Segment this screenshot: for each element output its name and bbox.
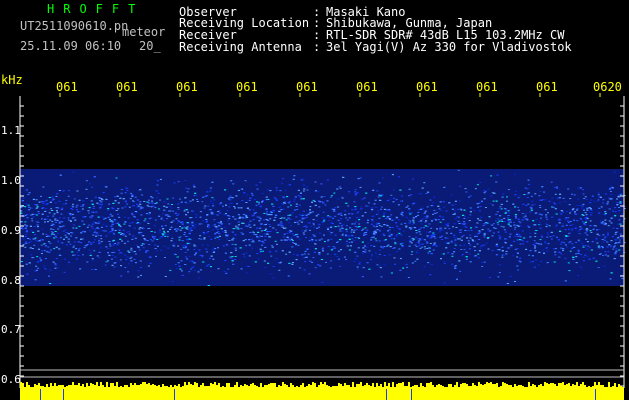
noise-band <box>20 169 626 286</box>
freq-tick: 0.8 <box>1 274 21 287</box>
strip-marker <box>63 389 64 400</box>
khz-unit-label: kHz <box>1 73 23 87</box>
strip-fill <box>20 388 624 400</box>
freq-tick: 0.7 <box>1 323 21 336</box>
strip-marker <box>411 389 412 400</box>
strip-marker <box>174 389 175 400</box>
freq-tick: 0.9 <box>1 224 21 237</box>
time-tick: 061 <box>296 80 318 94</box>
time-tick: 061 <box>176 80 198 94</box>
strip-marker <box>595 389 596 400</box>
activity-strip <box>20 382 624 400</box>
freq-tick: 1.0 <box>1 174 21 187</box>
time-tick: 061 <box>536 80 558 94</box>
freq-tick: 1.1 <box>1 124 21 137</box>
spectrogram <box>19 93 626 400</box>
time-tick: 061 <box>236 80 258 94</box>
time-tick: 061 <box>416 80 438 94</box>
strip-marker <box>386 389 387 400</box>
time-tick: 061 <box>56 80 78 94</box>
strip-marker <box>40 389 41 400</box>
time-tick: 061 <box>476 80 498 94</box>
time-tick: 061 <box>356 80 378 94</box>
noise-base <box>20 169 624 286</box>
freq-tick: 0.6 <box>1 373 21 386</box>
time-tick: 0620 <box>593 80 622 94</box>
time-tick: 061 <box>116 80 138 94</box>
